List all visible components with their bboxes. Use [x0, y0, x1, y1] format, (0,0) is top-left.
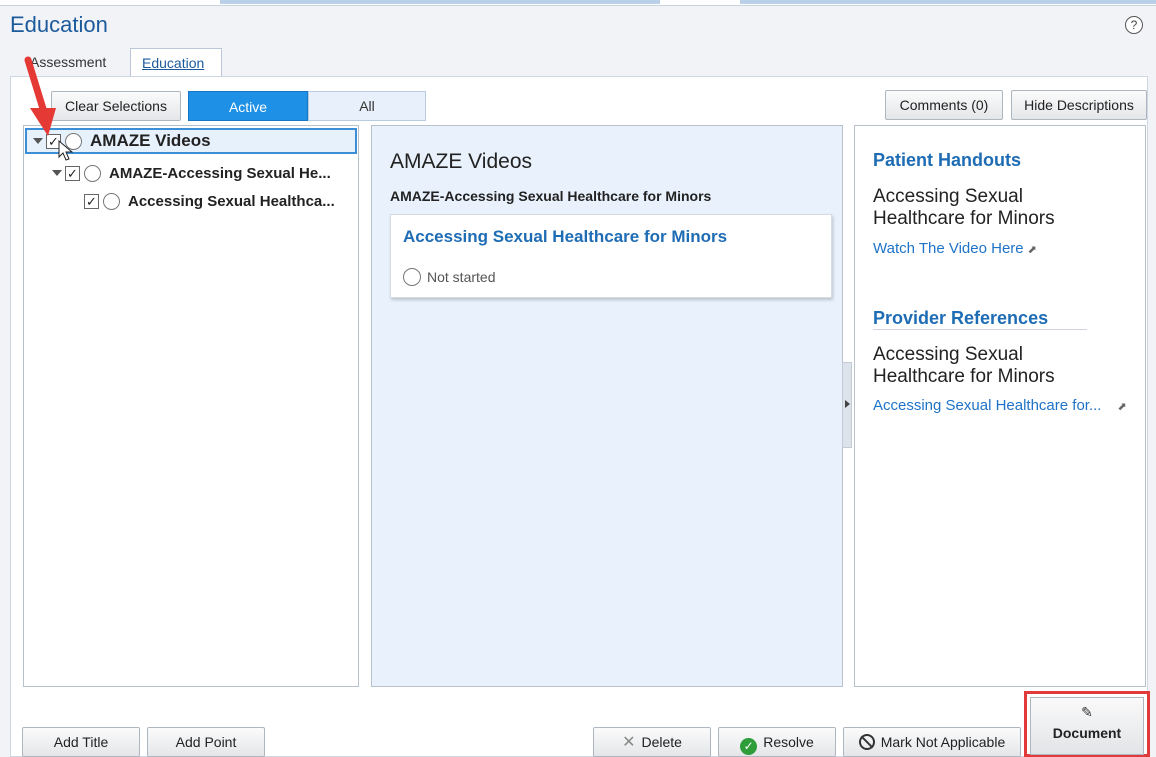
- watch-video-link[interactable]: Watch The Video Here ⬈: [873, 240, 1037, 257]
- resources-panel: Patient Handouts Accessing Sexual Health…: [854, 125, 1146, 687]
- pencil-icon: ✎: [1081, 704, 1093, 720]
- link-text[interactable]: Watch The Video Here: [873, 240, 1024, 257]
- help-icon[interactable]: ?: [1125, 16, 1143, 34]
- patient-handout-title: Accessing Sexual Healthcare for Minors: [873, 186, 1055, 229]
- point-title[interactable]: Accessing Sexual Healthcare for Minors: [403, 227, 727, 247]
- link-text[interactable]: Accessing Sexual Healthcare for...: [873, 397, 1101, 414]
- clear-selections-button[interactable]: Clear Selections: [51, 91, 181, 121]
- external-link-icon: ⬈: [1027, 244, 1037, 256]
- tab-education[interactable]: Education: [130, 48, 222, 76]
- divider: [873, 329, 1087, 330]
- mark-not-applicable-button[interactable]: Mark Not Applicable: [843, 727, 1021, 757]
- document-button[interactable]: ✎ Document: [1030, 697, 1144, 755]
- no-entry-icon: [858, 734, 875, 750]
- add-title-button[interactable]: Add Title: [22, 727, 140, 757]
- checkbox-icon[interactable]: ✓: [65, 165, 80, 181]
- education-content: Clear Selections Active All Comments (0)…: [10, 76, 1148, 757]
- provider-references-heading: Provider References: [873, 308, 1049, 328]
- tree-item-label: Accessing Sexual Healthca...: [128, 192, 335, 210]
- mark-not-applicable-label: Mark Not Applicable: [880, 734, 1006, 750]
- education-detail-panel: AMAZE Videos AMAZE-Accessing Sexual Heal…: [371, 125, 843, 687]
- radio-icon[interactable]: [403, 268, 421, 286]
- hide-descriptions-button[interactable]: Hide Descriptions: [1011, 90, 1147, 120]
- check-circle-icon: ✓: [740, 738, 758, 755]
- detail-title: AMAZE Videos: [390, 150, 533, 173]
- page-title: Education: [10, 12, 108, 37]
- mouse-cursor-icon: [58, 140, 74, 161]
- education-tree: ✓ AMAZE Videos ✓ AMAZE-Accessing Sexual …: [23, 125, 359, 687]
- filter-active-button[interactable]: Active: [188, 91, 308, 121]
- tree-item-label: AMAZE-Accessing Sexual He...: [109, 164, 331, 182]
- add-point-button[interactable]: Add Point: [147, 727, 265, 757]
- tree-item-accessing-healthcare[interactable]: ✓ Accessing Sexual Healthca...: [84, 188, 358, 214]
- external-link-icon: ⬈: [1117, 401, 1127, 413]
- annotation-arrow: [24, 56, 56, 136]
- resolve-label: Resolve: [763, 734, 814, 750]
- tree-item-label: AMAZE Videos: [90, 131, 211, 150]
- provider-reference-link[interactable]: Accessing Sexual Healthcare for... ⬈: [873, 397, 1127, 414]
- radio-icon[interactable]: [84, 164, 101, 182]
- checkbox-icon[interactable]: ✓: [84, 193, 99, 209]
- point-status[interactable]: Not started: [403, 268, 495, 286]
- comments-button[interactable]: Comments (0): [885, 90, 1003, 120]
- provider-reference-title: Accessing Sexual Healthcare for Minors: [873, 344, 1055, 387]
- top-progress-segment: [220, 0, 660, 4]
- detail-subtitle: AMAZE-Accessing Sexual Healthcare for Mi…: [390, 188, 712, 204]
- filter-all-button[interactable]: All: [308, 91, 426, 121]
- expand-caret-icon[interactable]: [52, 170, 62, 176]
- delete-label: Delete: [641, 734, 682, 750]
- expand-caret-icon[interactable]: [33, 138, 43, 144]
- status-label: Not started: [427, 269, 496, 285]
- panel-collapse-handle[interactable]: [842, 362, 852, 448]
- tree-item-amaze-videos[interactable]: ✓ AMAZE Videos: [25, 128, 357, 154]
- education-point-card[interactable]: Accessing Sexual Healthcare for Minors N…: [390, 214, 832, 298]
- top-border: [0, 0, 1156, 6]
- patient-handouts-heading: Patient Handouts: [873, 150, 1022, 170]
- radio-icon[interactable]: [103, 192, 120, 210]
- close-x-icon: ✕: [622, 734, 636, 751]
- delete-button[interactable]: ✕ Delete: [593, 727, 711, 757]
- document-label: Document: [1052, 725, 1122, 741]
- tree-item-amaze-accessing[interactable]: ✓ AMAZE-Accessing Sexual He...: [52, 160, 358, 186]
- top-progress-segment: [740, 0, 1156, 4]
- resolve-button[interactable]: ✓ Resolve: [718, 727, 836, 757]
